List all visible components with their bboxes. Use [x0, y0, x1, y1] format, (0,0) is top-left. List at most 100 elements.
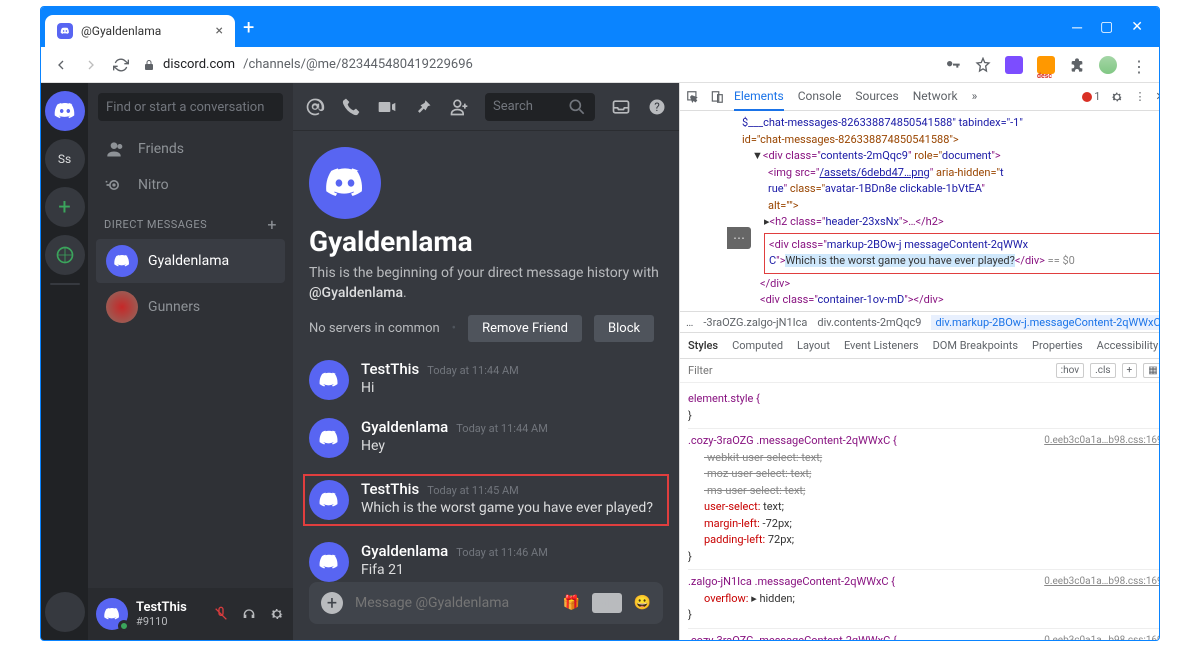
dm-item[interactable]: Gyaldenlama: [96, 239, 285, 283]
accessibility-tab[interactable]: Accessibility: [1097, 339, 1159, 352]
attach-button[interactable]: +: [321, 592, 343, 614]
forward-icon[interactable]: [83, 57, 99, 73]
browser-titlebar: @Gyaldenlama × + ─ ▢ ✕: [41, 7, 1159, 47]
avatar[interactable]: [309, 542, 349, 582]
minimize-icon[interactable]: ─: [1072, 19, 1082, 36]
back-icon[interactable]: [53, 57, 69, 73]
explore-button[interactable]: [45, 235, 85, 275]
create-dm-button[interactable]: +: [267, 215, 277, 234]
browser-urlbar: discord.com/channels/@me/823445480419229…: [41, 47, 1159, 83]
styles-body[interactable]: element.style {} 0.eeb3c0a1a…b98.css:169…: [680, 383, 1159, 640]
properties-tab[interactable]: Properties: [1032, 339, 1083, 352]
listeners-tab[interactable]: Event Listeners: [844, 339, 919, 352]
remove-friend-button[interactable]: Remove Friend: [468, 315, 582, 342]
devtools-tab-elements[interactable]: Elements: [734, 83, 784, 111]
layout-tab[interactable]: Layout: [797, 339, 830, 352]
settings-icon[interactable]: [269, 606, 285, 622]
computed-tab[interactable]: Computed: [732, 339, 783, 352]
dm-item[interactable]: Gunners: [96, 285, 285, 329]
settings-icon[interactable]: [1110, 90, 1124, 104]
gift-icon[interactable]: 🎁: [563, 595, 580, 611]
overflow-indicator: ⋯: [727, 227, 751, 249]
styles-tabs: Styles Computed Layout Event Listeners D…: [680, 333, 1159, 359]
avatar[interactable]: [309, 418, 349, 458]
breakpoints-tab[interactable]: DOM Breakpoints: [933, 339, 1018, 352]
message: TestThisToday at 11:44 AMHi: [309, 358, 663, 402]
new-style-button[interactable]: +: [1122, 363, 1138, 378]
avatar[interactable]: [309, 360, 349, 400]
chat-header: Search ?: [293, 83, 679, 131]
message-input[interactable]: [355, 595, 551, 611]
maximize-icon[interactable]: ▢: [1100, 19, 1113, 36]
download-button[interactable]: [45, 592, 85, 632]
pin-icon[interactable]: [413, 97, 433, 117]
gif-button[interactable]: GIF: [592, 593, 621, 613]
user-tag: #9110: [136, 615, 187, 628]
mute-icon[interactable]: [213, 606, 229, 622]
add-server-button[interactable]: +: [45, 187, 85, 227]
server-list: Ss +: [41, 83, 88, 640]
dom-breadcrumb[interactable]: … -3raOZG.zalgo-jN1Ica div.contents-2mQq…: [680, 311, 1159, 333]
devtools-tab-more[interactable]: »: [972, 83, 978, 111]
help-icon[interactable]: ?: [647, 97, 667, 117]
inspect-icon[interactable]: [686, 90, 700, 104]
video-icon[interactable]: [377, 97, 397, 117]
user-avatar[interactable]: [96, 598, 128, 630]
call-icon[interactable]: [341, 97, 361, 117]
chat-area: Search ? Gyaldenlama This is the beginni…: [293, 83, 679, 640]
avatar: [106, 291, 138, 323]
browser-tab[interactable]: @Gyaldenlama ×: [45, 15, 235, 47]
chat-search[interactable]: Search: [485, 93, 595, 121]
emoji-icon[interactable]: 😀: [634, 595, 651, 611]
key-icon[interactable]: [945, 57, 961, 73]
svg-text:?: ?: [654, 100, 660, 114]
dom-tree[interactable]: $___chat-messages-826338874850541588" ta…: [680, 111, 1159, 311]
add-friend-icon[interactable]: [449, 97, 469, 117]
new-tab-button[interactable]: +: [243, 15, 254, 39]
hov-toggle[interactable]: :hov: [1056, 363, 1084, 378]
profile-name: Gyaldenlama: [309, 225, 663, 258]
nitro-nav[interactable]: Nitro: [88, 167, 293, 203]
avatar: [106, 245, 138, 277]
conversation-search[interactable]: Find or start a conversation: [98, 93, 283, 121]
devtools-tab-sources[interactable]: Sources: [855, 83, 898, 111]
styles-tab[interactable]: Styles: [688, 339, 718, 352]
devtools-tab-console[interactable]: Console: [798, 83, 842, 111]
star-icon[interactable]: [975, 57, 991, 73]
close-window-icon[interactable]: ✕: [1131, 19, 1143, 36]
menu-icon[interactable]: ⋮: [1131, 57, 1147, 73]
message-input-bar: + 🎁 GIF 😀: [309, 582, 663, 624]
devtools-tab-network[interactable]: Network: [913, 83, 958, 111]
url-host: discord.com: [163, 57, 235, 72]
close-icon[interactable]: ✕: [1155, 90, 1159, 103]
at-icon: [305, 97, 325, 117]
message: GyaldenlamaToday at 11:44 AMHey: [309, 416, 663, 460]
extensions-icon[interactable]: [1069, 57, 1085, 73]
headphones-icon[interactable]: [241, 606, 257, 622]
block-button[interactable]: Block: [594, 315, 654, 342]
cls-toggle[interactable]: .cls: [1090, 363, 1115, 378]
menu-icon[interactable]: ⋮: [1134, 90, 1145, 103]
avatar[interactable]: [309, 480, 349, 520]
message: GyaldenlamaToday at 11:46 AMFifa 21: [309, 540, 663, 582]
friends-nav[interactable]: Friends: [88, 131, 293, 167]
styles-filter[interactable]: [688, 364, 1050, 377]
reload-icon[interactable]: [113, 57, 129, 73]
profile-intro: This is the beginning of your direct mes…: [309, 264, 663, 303]
tab-title: @Gyaldenlama: [81, 24, 161, 38]
extension-icon[interactable]: [1005, 56, 1023, 74]
close-icon[interactable]: ×: [216, 23, 223, 39]
home-button[interactable]: [45, 91, 85, 131]
message-highlighted: TestThisToday at 11:45 AMWhich is the wo…: [303, 474, 669, 526]
inbox-icon[interactable]: [611, 97, 631, 117]
discord-favicon: [57, 23, 73, 39]
profile-avatar: [309, 147, 381, 219]
dm-header: DIRECT MESSAGES+: [88, 203, 293, 238]
address-bar[interactable]: discord.com/channels/@me/823445480419229…: [143, 57, 931, 72]
device-icon[interactable]: [710, 90, 724, 104]
more-styles-icon[interactable]: ▦: [1143, 363, 1159, 378]
server-item[interactable]: Ss: [45, 139, 85, 179]
channel-sidebar: Find or start a conversation Friends Nit…: [88, 83, 293, 640]
profile-avatar-icon[interactable]: [1099, 56, 1117, 74]
extension-icon[interactable]: desc: [1037, 56, 1055, 74]
